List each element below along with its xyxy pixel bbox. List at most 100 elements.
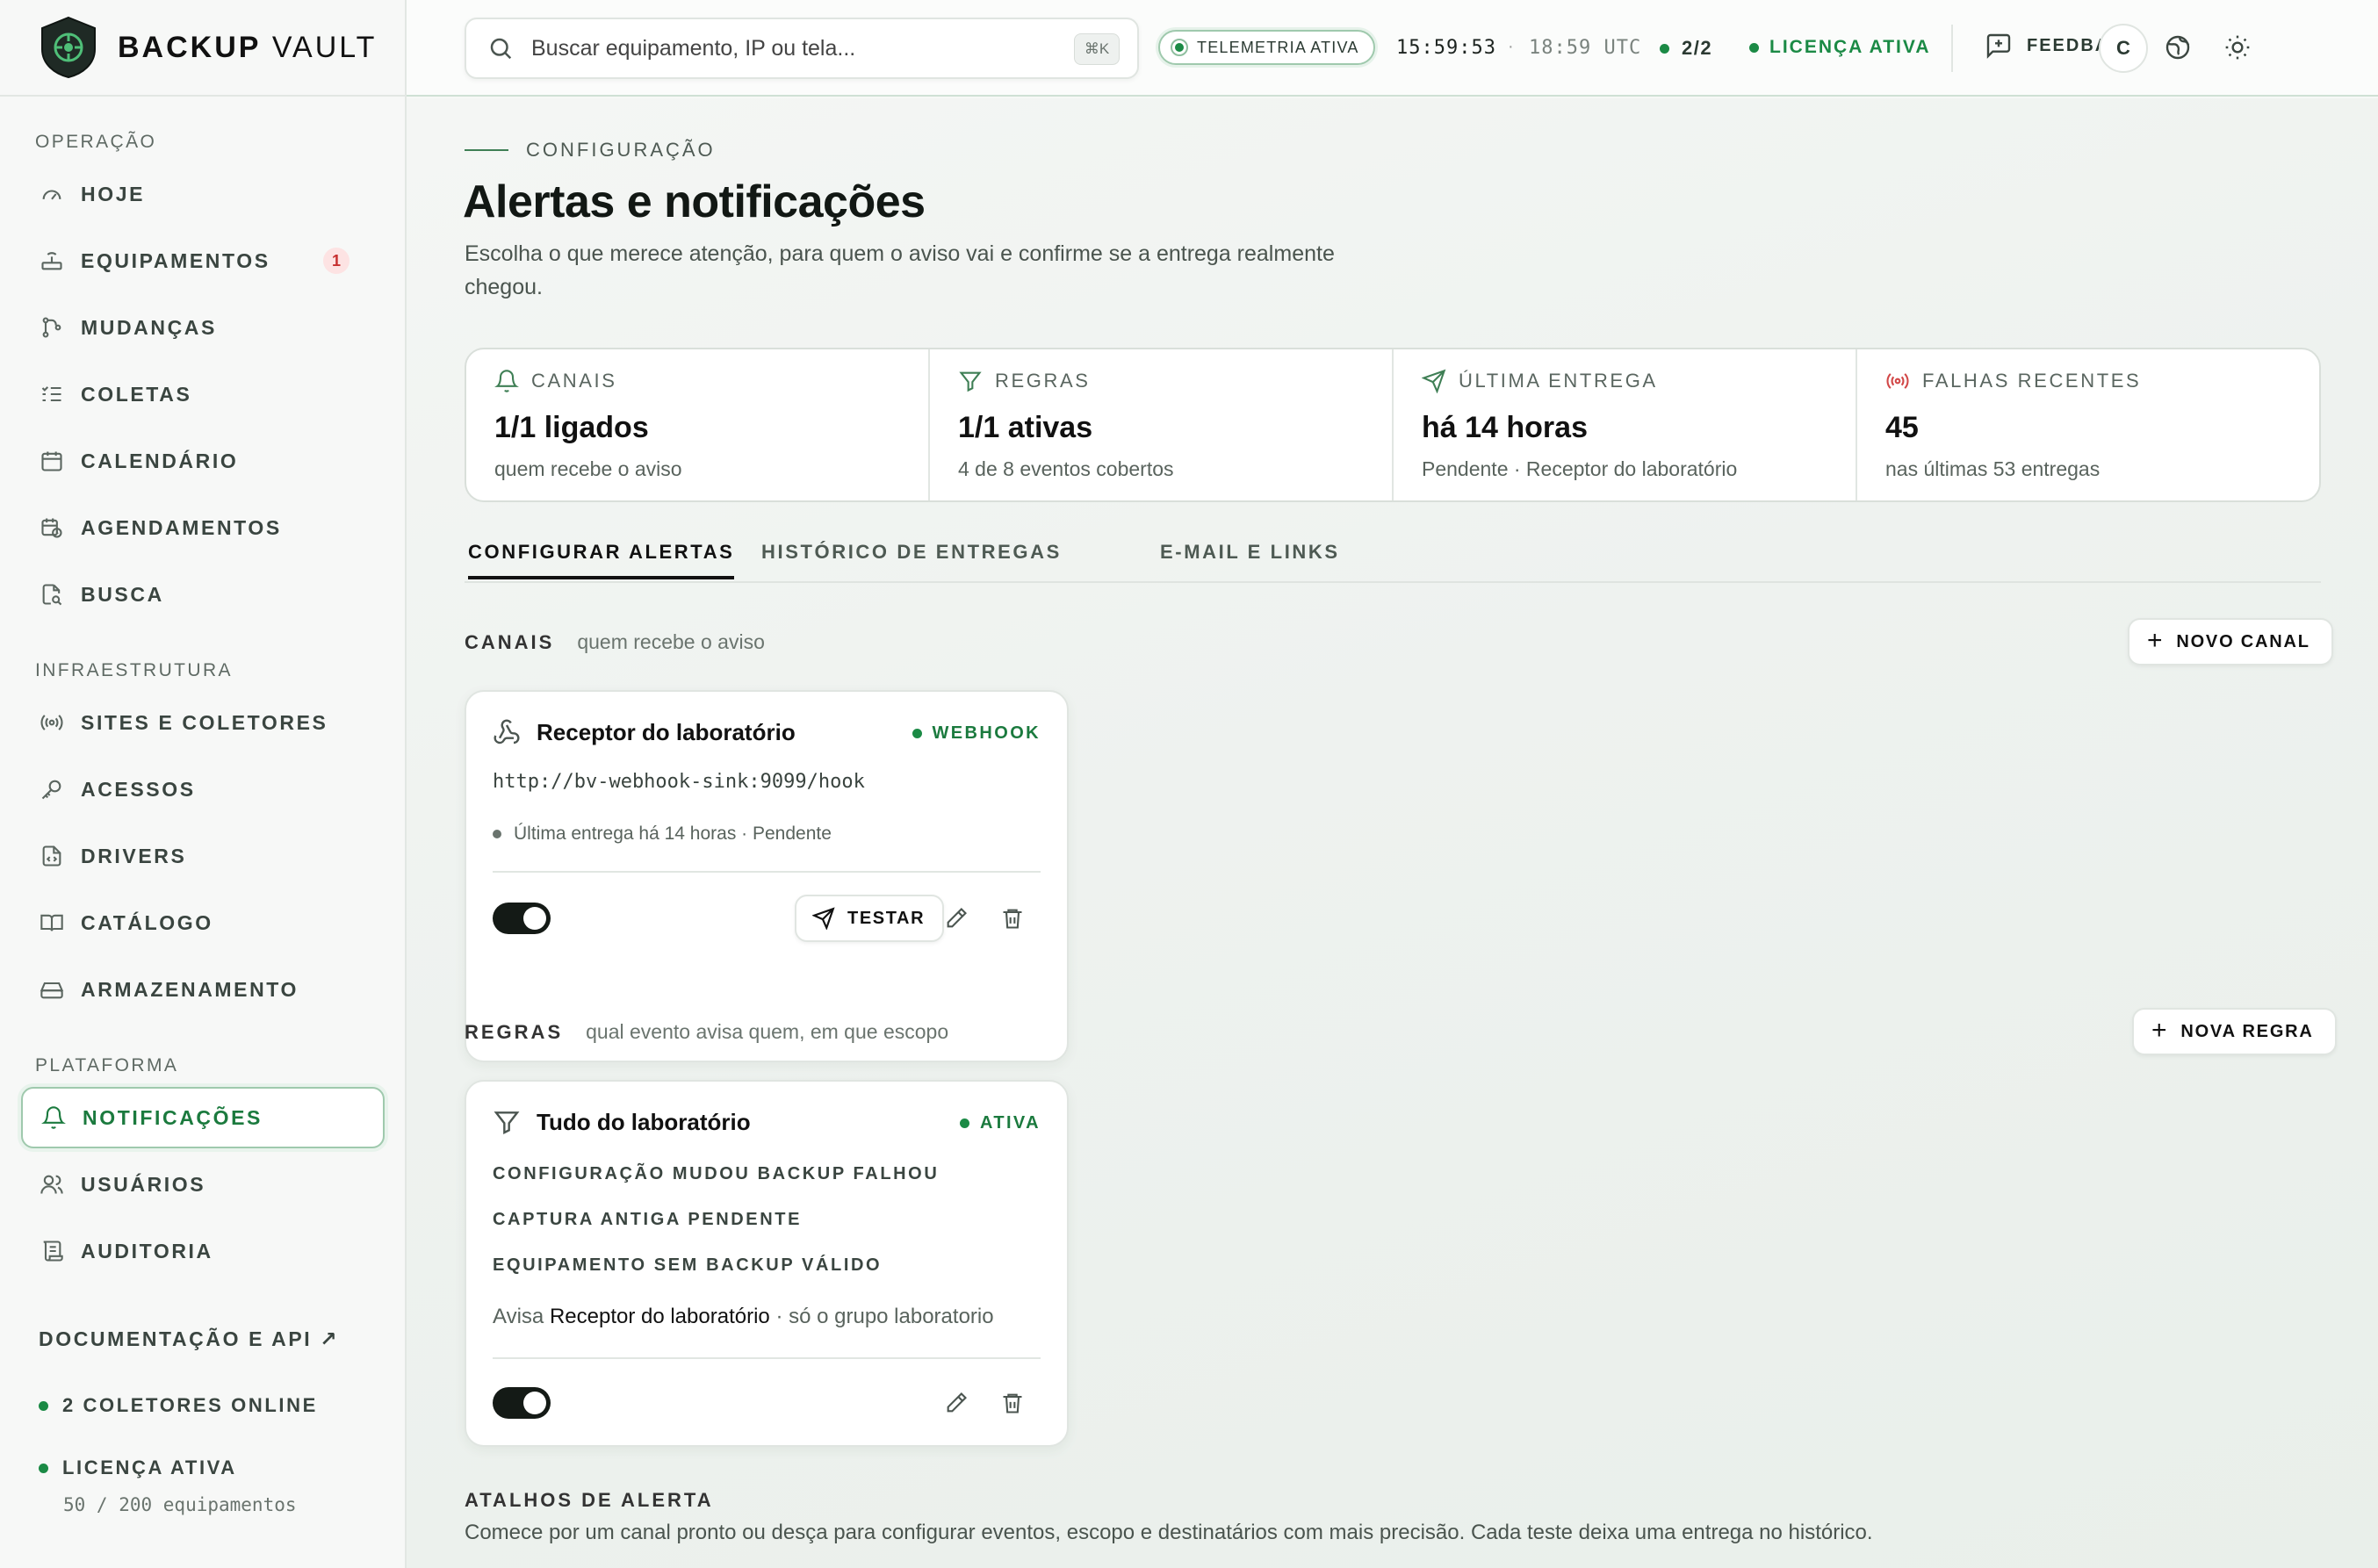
sidebar: BACKUP VAULT OPERAÇÃO HOJE EQUIPAMENTOS … [0, 0, 407, 1568]
rule-events-line: CAPTURA ANTIGA PENDENTE [493, 1210, 803, 1229]
pencil-icon [947, 908, 967, 928]
users-icon [39, 1171, 65, 1198]
tab-historico-entregas[interactable]: HISTÓRICO DE ENTREGAS [761, 541, 1062, 576]
nav-section-operacao: OPERAÇÃO [35, 132, 157, 152]
sidebar-item-equipamentos[interactable]: EQUIPAMENTOS 1 [21, 230, 385, 291]
rule-enabled-toggle[interactable] [493, 1387, 551, 1419]
nav-section-plataforma: PLATAFORMA [35, 1055, 179, 1075]
license-label: LICENÇA ATIVA [1769, 37, 1931, 57]
sidebar-item-label: USUÁRIOS [81, 1172, 206, 1196]
channel-type: WEBHOOK [932, 723, 1041, 743]
search-input[interactable] [531, 35, 1041, 61]
sidebar-item-catalogo[interactable]: CATÁLOGO [21, 892, 385, 953]
tab-email-links[interactable]: E-MAIL E LINKS [1160, 541, 1340, 576]
card-divider [493, 871, 1041, 873]
page-eyebrow: CONFIGURAÇÃO [465, 139, 716, 162]
channel-card[interactable]: Receptor do laboratório WEBHOOK http://b… [465, 690, 1069, 1062]
delete-channel-button[interactable] [995, 901, 1030, 936]
stat-value: 1/1 ligados [494, 411, 649, 444]
rules-subtitle: qual evento avisa quem, em que escopo [586, 1020, 949, 1043]
channel-name: Receptor do laboratório [537, 718, 796, 745]
page-description: Escolha o que merece atenção, para quem … [465, 241, 1335, 299]
channel-type-badge: WEBHOOK [912, 723, 1041, 744]
sidebar-item-label: AGENDAMENTOS [81, 515, 282, 539]
new-channel-button[interactable]: + NOVO CANAL [2128, 618, 2333, 665]
stat-value: 1/1 ativas [958, 411, 1093, 444]
stat-label: CANAIS [531, 370, 617, 392]
brand[interactable]: BACKUP VAULT [0, 0, 405, 97]
user-avatar[interactable]: C [2099, 24, 2148, 73]
sidebar-item-busca[interactable]: BUSCA [21, 564, 385, 625]
theme-toggle-button[interactable] [2222, 32, 2253, 63]
new-rule-button[interactable]: + NOVA REGRA [2132, 1008, 2337, 1055]
sidebar-item-hoje[interactable]: HOJE [21, 163, 385, 225]
sidebar-item-auditoria[interactable]: AUDITORIA [21, 1220, 385, 1282]
sidebar-item-mudancas[interactable]: MUDANÇAS [21, 297, 385, 358]
sidebar-item-label: MUDANÇAS [81, 315, 217, 339]
stat-label-row: CANAIS [494, 369, 928, 393]
sidebar-item-label: ACESSOS [81, 777, 196, 801]
alert-count-badge: 1 [323, 248, 349, 274]
rule-card[interactable]: Tudo do laboratório ATIVA CONFIGURAÇÃO M… [465, 1080, 1069, 1447]
stats-panel: CANAIS 1/1 ligados quem recebe o aviso R… [465, 348, 2321, 502]
edit-rule-button[interactable] [939, 1385, 974, 1421]
rule-events-line: CONFIGURAÇÃO MUDOU BACKUP FALHOU [493, 1164, 940, 1183]
sidebar-item-drivers[interactable]: DRIVERS [21, 825, 385, 887]
radio-alert-icon [1886, 373, 1909, 389]
list-check-icon [39, 381, 65, 407]
file-search-icon [39, 581, 65, 608]
sidebar-item-calendario[interactable]: CALENDÁRIO [21, 430, 385, 492]
status-dot [1660, 43, 1669, 54]
edit-channel-button[interactable] [939, 901, 974, 936]
scroll-icon [39, 1238, 65, 1264]
channel-url: http://bv-webhook-sink:9099/hook [493, 771, 865, 793]
sidebar-item-acessos[interactable]: ACESSOS [21, 759, 385, 820]
page-title: Alertas e notificações [463, 176, 926, 227]
stat-label-row: FALHAS RECENTES [1885, 369, 2319, 393]
tabs: CONFIGURAR ALERTAS HISTÓRICO DE ENTREGAS… [465, 537, 2321, 583]
bell-icon [494, 370, 519, 392]
channels-subtitle: quem recebe o aviso [577, 630, 765, 653]
collectors-online-label: 2 COLETORES ONLINE [62, 1394, 318, 1416]
brand-name: BACKUP VAULT [118, 30, 378, 64]
plus-icon: + [2151, 1015, 2169, 1045]
sidebar-item-agendamentos[interactable]: AGENDAMENTOS [21, 497, 385, 558]
webhook-icon [494, 719, 520, 744]
globe-button[interactable] [2162, 32, 2194, 63]
search-icon [490, 38, 512, 60]
shortcuts-description: Comece por um canal pronto ou desça para… [465, 1521, 1873, 1544]
stat-label-row: REGRAS [958, 369, 1392, 393]
telemetry-badge[interactable]: TELEMETRIA ATIVA [1158, 30, 1375, 65]
license-indicator[interactable]: LICENÇA ATIVA [1749, 37, 1931, 58]
new-rule-label: NOVA REGRA [2180, 1021, 2314, 1041]
trash-icon [1003, 1393, 1022, 1413]
sidebar-item-sites[interactable]: SITES E COLETORES [21, 692, 385, 753]
stat-ultima-entrega: ÚLTIMA ENTREGA há 14 horas Pendente · Re… [1394, 349, 1857, 500]
stat-sub: 4 de 8 eventos cobertos [958, 457, 1174, 480]
docs-api-link[interactable]: DOCUMENTAÇÃO E API ↗ [39, 1327, 339, 1351]
search-shortcut-hint: ⌘K [1074, 33, 1120, 65]
sidebar-item-label: ARMAZENAMENTO [81, 977, 299, 1001]
channel-card-header: Receptor do laboratório [493, 718, 796, 746]
test-channel-button[interactable]: TESTAR [795, 895, 945, 942]
router-icon [39, 248, 65, 274]
delete-rule-button[interactable] [995, 1385, 1030, 1421]
stat-label: ÚLTIMA ENTREGA [1459, 370, 1658, 392]
shield-logo-icon [41, 16, 96, 79]
notify-scope: · só o grupo laboratorio [775, 1305, 994, 1328]
channel-enabled-toggle[interactable] [493, 903, 551, 934]
sidebar-item-usuarios[interactable]: USUÁRIOS [21, 1154, 385, 1215]
sidebar-item-armazenamento[interactable]: ARMAZENAMENTO [21, 959, 385, 1020]
sidebar-item-notificacoes[interactable]: NOTIFICAÇÕES [21, 1087, 385, 1148]
sidebar-item-label: EQUIPAMENTOS [81, 248, 270, 272]
tab-configurar-alertas[interactable]: CONFIGURAR ALERTAS [468, 541, 735, 579]
sidebar-item-label: DRIVERS [81, 844, 187, 867]
nav-section-infra: INFRAESTRUTURA [35, 660, 233, 680]
stat-value: 45 [1885, 411, 1919, 444]
sidebar-item-coletas[interactable]: COLETAS [21, 363, 385, 425]
collectors-indicator[interactable]: 2/2 [1660, 37, 1712, 60]
status-dot [959, 1118, 969, 1128]
sun-icon [2225, 35, 2250, 60]
search-box[interactable]: ⌘K [465, 18, 1139, 79]
channel-last-delivery: Última entrega há 14 horas · Pendente [493, 824, 832, 845]
